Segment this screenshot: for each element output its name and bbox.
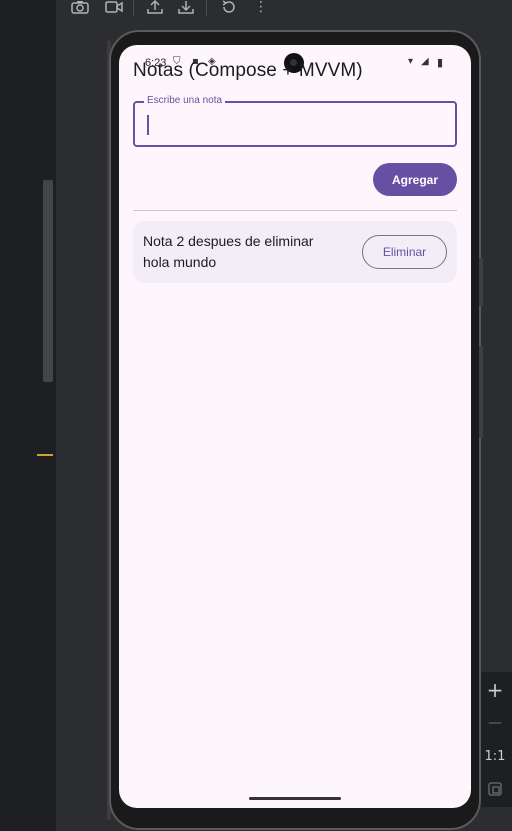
rotate-icon[interactable] — [218, 0, 240, 17]
zoom-actual-size-button[interactable]: 1:1 — [478, 741, 512, 771]
change-marker — [37, 454, 53, 456]
scrollbar-thumb[interactable] — [43, 180, 53, 382]
toolbar-separator — [206, 0, 207, 16]
page-title: Notas (Compose + MVVM) — [133, 60, 363, 81]
note-text: Nota 2 despues de eliminar hola mundo — [143, 233, 314, 270]
power-button[interactable] — [479, 258, 483, 306]
ide-left-gutter — [0, 0, 56, 831]
note-text-field[interactable]: Escribe una nota — [133, 95, 457, 147]
video-icon[interactable] — [103, 0, 125, 17]
note-input[interactable] — [145, 111, 445, 139]
note-field-label: Escribe una nota — [144, 95, 226, 106]
volume-button[interactable] — [479, 346, 483, 438]
zoom-in-button[interactable]: + — [478, 675, 512, 705]
emulator-toolbar: ⋮ — [56, 0, 512, 20]
more-vert-icon[interactable]: ⋮ — [250, 0, 272, 17]
note-card: Nota 2 despues de eliminar hola mundo El… — [133, 221, 457, 283]
device-screen: 6:23 ⛉ ▪ ◈ ▾ ◢ ▮ Notas (Compose + MVVM) … — [119, 45, 471, 808]
zoom-panel: + — 1:1 — [478, 672, 512, 807]
text-caret — [147, 115, 149, 135]
download-icon[interactable] — [175, 0, 197, 17]
upload-icon[interactable] — [144, 0, 166, 17]
battery-icon: ▮ — [437, 56, 444, 69]
wifi-icon: ▾ — [408, 56, 414, 67]
add-note-button[interactable]: Agregar — [373, 163, 457, 196]
toolbar-separator — [133, 0, 134, 16]
delete-note-button[interactable]: Eliminar — [362, 235, 447, 269]
fit-screen-icon[interactable] — [478, 774, 512, 804]
divider — [133, 210, 457, 211]
home-indicator[interactable] — [249, 797, 341, 800]
camera-icon[interactable] — [69, 0, 91, 17]
signal-icon: ◢ — [421, 56, 429, 67]
zoom-out-button[interactable]: — — [478, 708, 512, 738]
